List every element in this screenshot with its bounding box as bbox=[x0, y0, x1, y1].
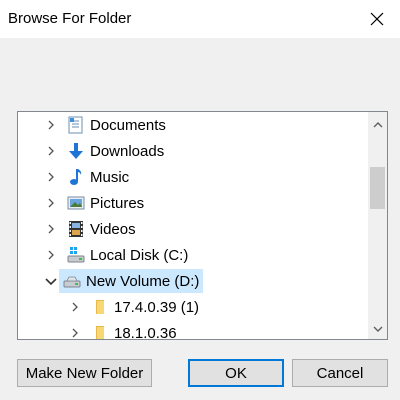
folder-icon bbox=[91, 298, 109, 316]
chevron-right-icon[interactable] bbox=[43, 117, 59, 133]
tree-item-folder-17-4-0-39[interactable]: 17.4.0.39 (1) bbox=[67, 295, 267, 319]
chevron-right-icon[interactable] bbox=[43, 169, 59, 185]
videos-film-icon bbox=[67, 220, 85, 238]
vertical-scrollbar[interactable] bbox=[368, 112, 387, 339]
tree-item-label: 17.4.0.39 (1) bbox=[114, 298, 200, 316]
chevron-right-icon[interactable] bbox=[43, 247, 59, 263]
tree-item-selection: New Volume (D:) bbox=[59, 269, 204, 293]
scroll-thumb[interactable] bbox=[370, 167, 385, 209]
documents-folder-icon bbox=[67, 116, 85, 134]
chevron-right-icon[interactable] bbox=[43, 221, 59, 237]
windows-drive-icon bbox=[67, 246, 85, 264]
downloads-arrow-icon bbox=[67, 142, 85, 160]
tree-item-videos[interactable]: Videos bbox=[43, 217, 243, 241]
chevron-down-icon bbox=[373, 326, 382, 332]
tree-item-label: New Volume (D:) bbox=[86, 272, 200, 290]
tree-item-new-volume-d[interactable]: New Volume (D:) bbox=[43, 269, 243, 293]
make-new-folder-button[interactable]: Make New Folder bbox=[17, 359, 152, 387]
folder-tree-items: Documents Downloads Music Pictures Video… bbox=[18, 112, 368, 339]
tree-item-label: Local Disk (C:) bbox=[90, 246, 189, 264]
tree-item-label: 18.1.0.36 bbox=[114, 324, 177, 340]
title-bar: Browse For Folder bbox=[0, 0, 400, 38]
chevron-right-icon[interactable] bbox=[67, 299, 83, 315]
ok-button[interactable]: OK bbox=[188, 359, 284, 387]
music-note-icon bbox=[67, 168, 85, 186]
scroll-up-button[interactable] bbox=[368, 116, 387, 133]
tree-item-local-disk-c[interactable]: Local Disk (C:) bbox=[43, 243, 243, 267]
chevron-right-icon[interactable] bbox=[67, 325, 83, 339]
tree-item-label: Pictures bbox=[90, 194, 145, 212]
close-icon bbox=[370, 12, 384, 26]
tree-item-label: Documents bbox=[90, 116, 166, 134]
tree-item-label: Music bbox=[90, 168, 130, 186]
window-title: Browse For Folder bbox=[8, 10, 132, 27]
chevron-right-icon[interactable] bbox=[43, 143, 59, 159]
tree-item-music[interactable]: Music bbox=[43, 165, 243, 189]
tree-item-documents[interactable]: Documents bbox=[43, 113, 243, 137]
chevron-up-icon bbox=[373, 121, 382, 127]
cancel-button[interactable]: Cancel bbox=[292, 359, 388, 387]
folder-tree[interactable]: Documents Downloads Music Pictures Video… bbox=[17, 111, 388, 340]
chevron-right-icon[interactable] bbox=[43, 195, 59, 211]
tree-item-pictures[interactable]: Pictures bbox=[43, 191, 243, 215]
tree-item-downloads[interactable]: Downloads bbox=[43, 139, 243, 163]
folder-icon bbox=[91, 324, 109, 339]
scroll-down-button[interactable] bbox=[368, 320, 387, 337]
pictures-icon bbox=[67, 194, 85, 212]
tree-item-label: Downloads bbox=[90, 142, 165, 160]
tree-item-folder-18-1-0-36[interactable]: 18.1.0.36 bbox=[67, 321, 267, 340]
chevron-down-icon[interactable] bbox=[43, 273, 59, 289]
drive-icon bbox=[63, 272, 81, 290]
close-button[interactable] bbox=[354, 0, 400, 38]
tree-item-label: Videos bbox=[90, 220, 136, 238]
